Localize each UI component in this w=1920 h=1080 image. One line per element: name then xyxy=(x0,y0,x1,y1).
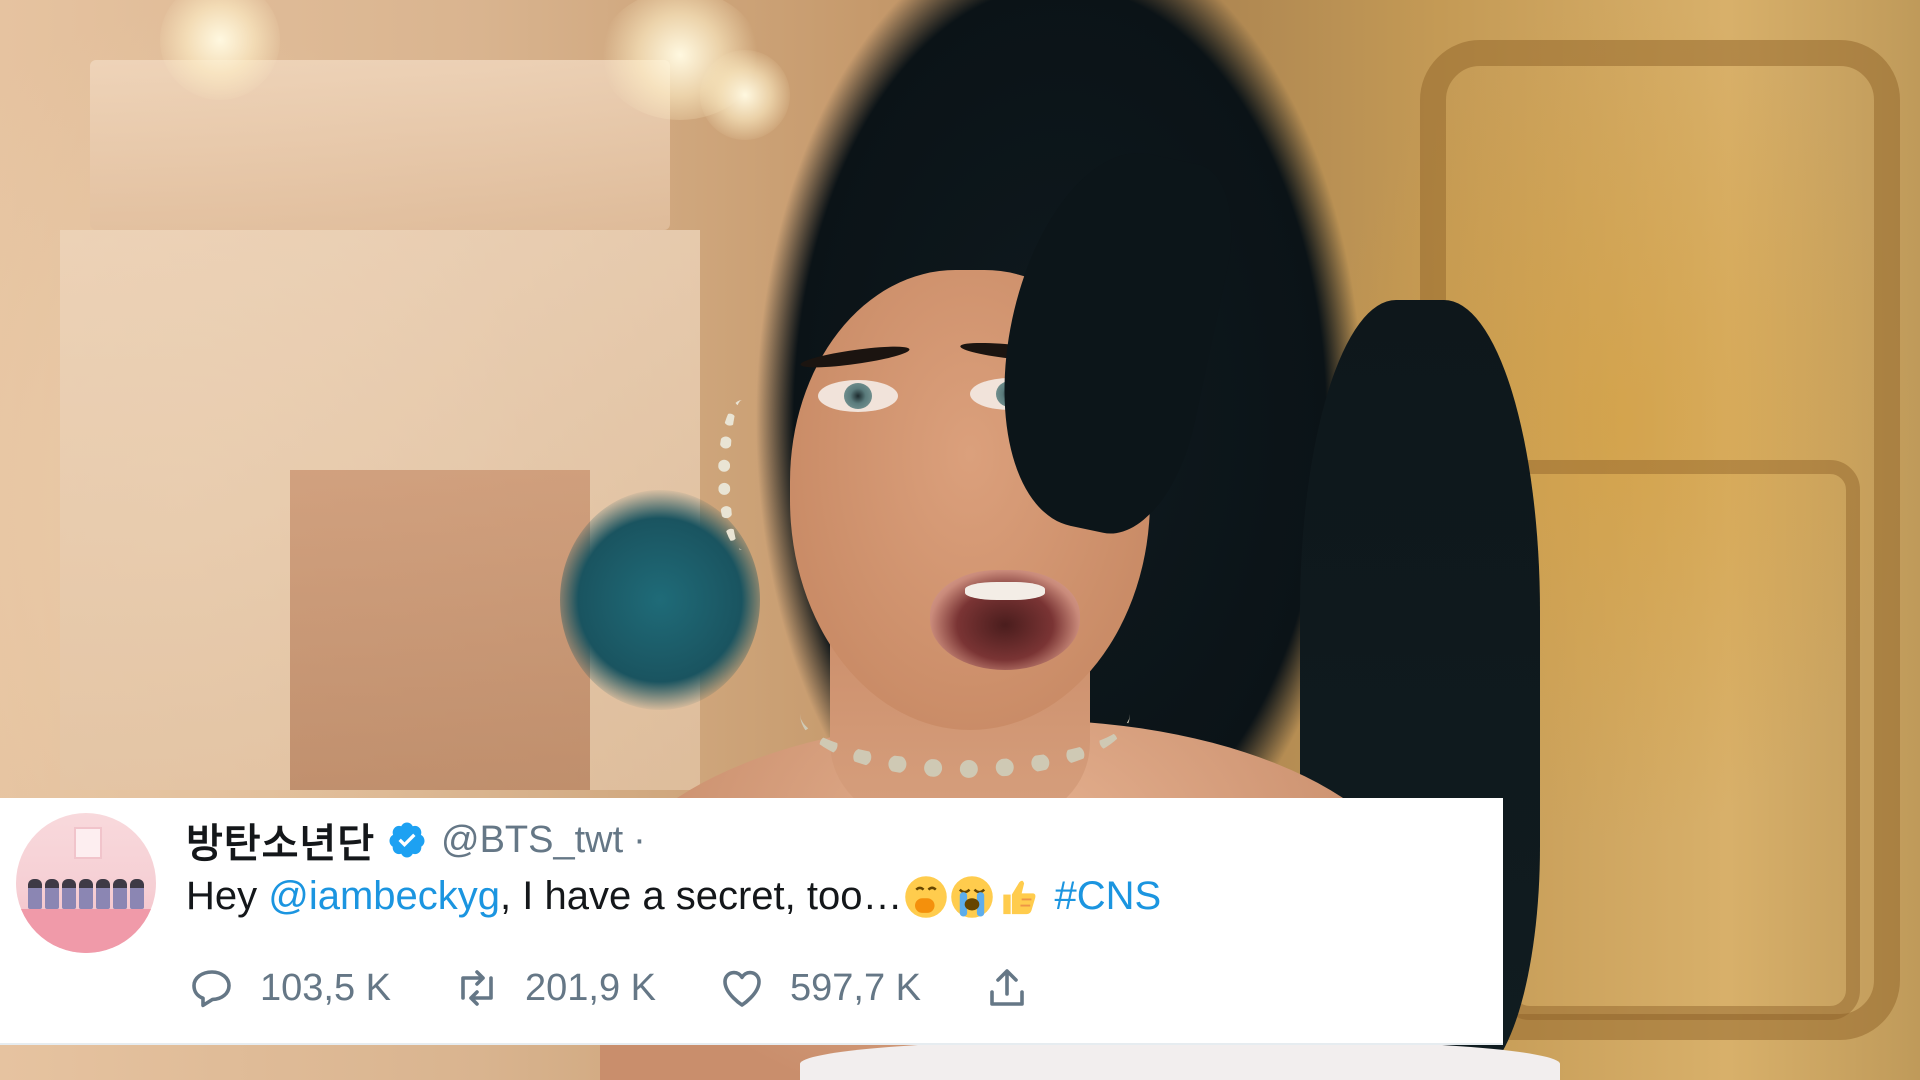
teeth xyxy=(965,582,1045,600)
avatar-window xyxy=(74,827,102,859)
heart-icon xyxy=(723,970,761,1007)
ornate-wall-panel-inner xyxy=(1500,460,1860,1020)
loudly-crying-face-emoji xyxy=(951,875,994,918)
avatar-floor xyxy=(16,909,156,953)
tweet-header: 방탄소년단 @BTS_twt · xyxy=(186,818,646,867)
avatar-member xyxy=(62,879,76,909)
thumbs-up-emoji xyxy=(1003,880,1036,914)
avatar-member xyxy=(45,879,59,909)
fireplace-opening xyxy=(290,470,590,790)
mention-link[interactable]: @iambeckyg xyxy=(268,874,500,919)
share-icon xyxy=(990,969,1024,1006)
left-eye xyxy=(818,380,898,412)
face-with-hand-over-mouth-emoji xyxy=(905,875,948,918)
avatar-member xyxy=(130,879,144,909)
ear-cuff xyxy=(718,400,766,550)
avatar-member xyxy=(79,879,93,909)
tweet-text-prefix: Hey xyxy=(186,874,269,918)
tweet-text: Hey @iambeckyg , I have a secret, too… #… xyxy=(186,874,1161,919)
verified-badge-icon xyxy=(389,822,425,858)
like-count: 597,7 K xyxy=(790,966,921,1009)
avatar-member xyxy=(28,879,42,909)
retweet-count: 201,9 K xyxy=(525,966,656,1009)
choker-necklace xyxy=(800,650,1130,778)
retweet-button[interactable]: 201,9 K xyxy=(453,964,656,1012)
avatar-member xyxy=(113,879,127,909)
reply-icon xyxy=(192,970,231,1008)
hashtag-link[interactable]: #CNS xyxy=(1054,874,1161,919)
reply-count: 103,5 K xyxy=(260,966,391,1009)
avatar-member xyxy=(96,879,110,909)
avatar-group-photo xyxy=(28,879,144,909)
display-name[interactable]: 방탄소년단 xyxy=(186,811,375,869)
reply-button[interactable]: 103,5 K xyxy=(188,964,391,1012)
share-button[interactable] xyxy=(983,964,1031,1012)
separator-dot: · xyxy=(633,818,646,861)
tweet-card: 방탄소년단 @BTS_twt · Hey @iambeckyg , I have… xyxy=(0,798,1503,1045)
like-button[interactable]: 597,7 K xyxy=(718,964,921,1012)
tweet-actions: 103,5 K 201,9 K 597,7 K xyxy=(188,956,1083,1020)
wall-mirror xyxy=(90,60,670,230)
white-dress xyxy=(800,1040,1560,1080)
retweet-icon xyxy=(461,970,493,1006)
avatar[interactable] xyxy=(16,813,156,953)
tweet-text-body: , I have a secret, too… xyxy=(500,874,903,918)
user-handle[interactable]: @BTS_twt xyxy=(441,819,623,862)
